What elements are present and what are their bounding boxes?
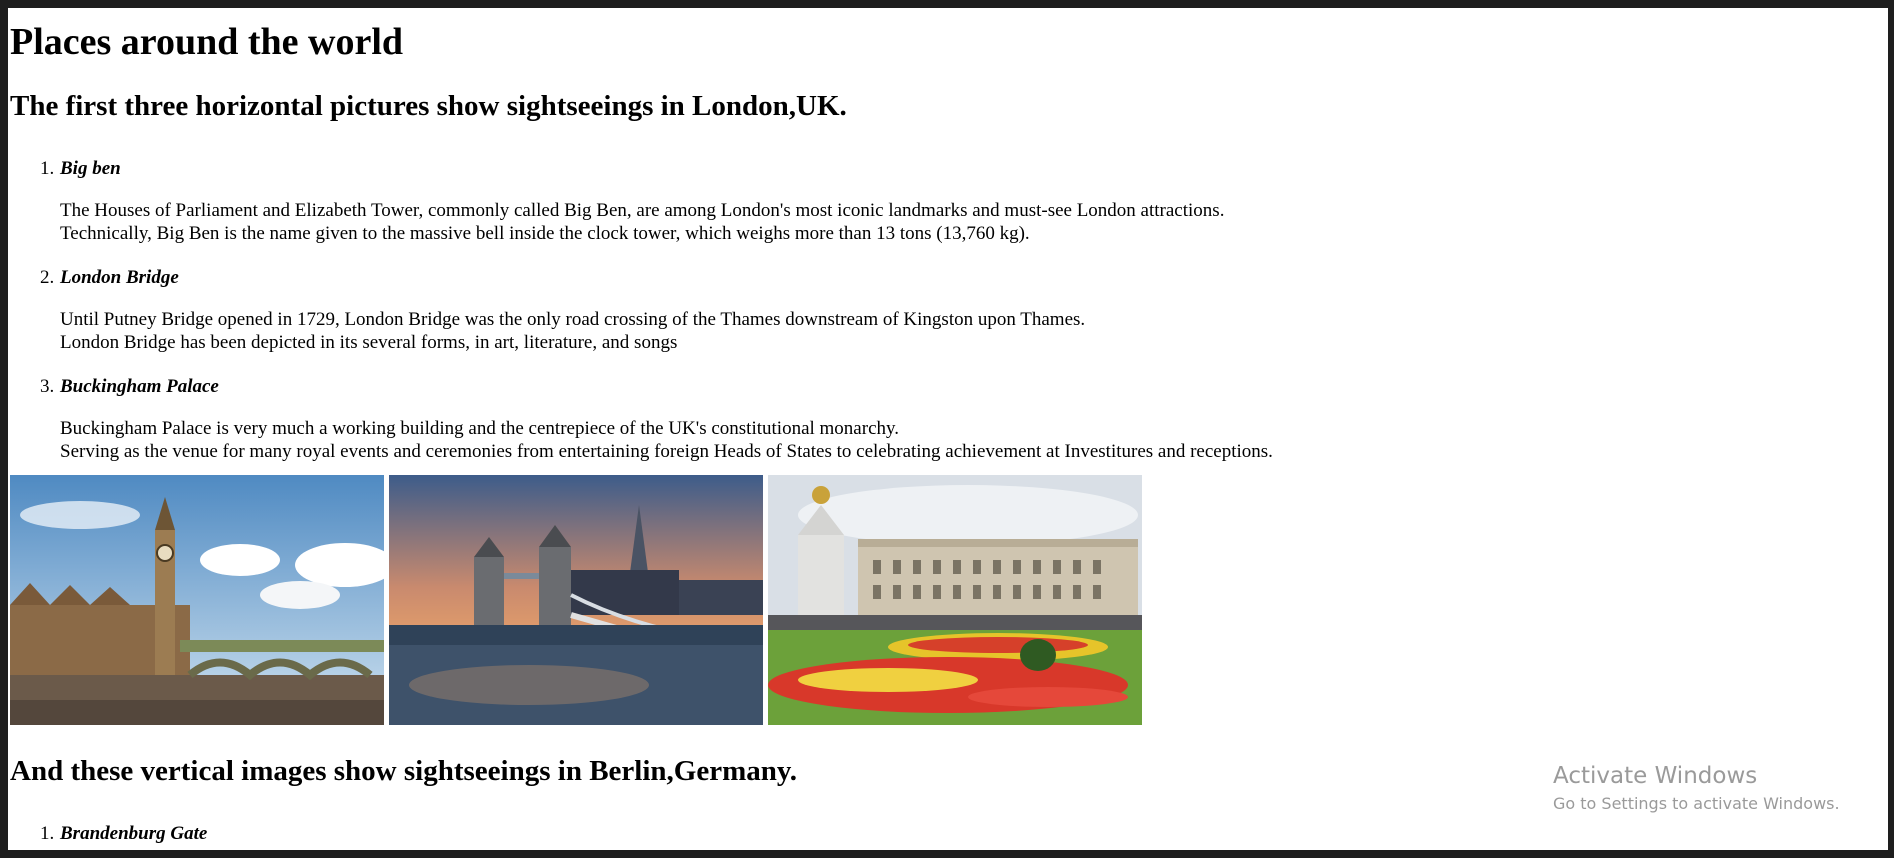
item-description-line-2: Technically, Big Ben is the name given t… xyxy=(60,223,1030,244)
item-title: Big ben xyxy=(60,158,121,179)
item-description-line-1: Buckingham Palace is very much a working… xyxy=(60,418,900,439)
buckingham-palace-image xyxy=(768,475,1142,725)
item-title: London Bridge xyxy=(60,267,179,288)
london-heading: The first three horizontal pictures show… xyxy=(10,90,847,122)
list-number: 1. xyxy=(40,158,55,179)
browser-page: Places around the world The first three … xyxy=(8,8,1888,850)
item-description-line-1: The Houses of Parliament and Elizabeth T… xyxy=(60,200,1225,221)
list-number: 1. xyxy=(40,823,55,844)
item-title: Brandenburg Gate xyxy=(60,823,208,844)
tower-bridge-image xyxy=(389,475,763,725)
item-description-line-1: Until Putney Bridge opened in 1729, Lond… xyxy=(60,309,1086,330)
page-title: Places around the world xyxy=(10,21,404,63)
watermark-subtitle: Go to Settings to activate Windows. xyxy=(1553,794,1840,813)
item-description-line-2: Serving as the venue for many royal even… xyxy=(60,441,1273,462)
list-number: 2. xyxy=(40,267,55,288)
berlin-heading: And these vertical images show sightseei… xyxy=(10,755,798,787)
watermark-title: Activate Windows xyxy=(1553,763,1758,789)
activate-windows-watermark: Activate Windows Go to Settings to activ… xyxy=(1553,763,1840,813)
big-ben-image xyxy=(10,475,384,725)
list-number: 3. xyxy=(40,376,55,397)
item-description-line-2: London Bridge has been depicted in its s… xyxy=(60,332,678,353)
item-title: Buckingham Palace xyxy=(60,376,219,397)
